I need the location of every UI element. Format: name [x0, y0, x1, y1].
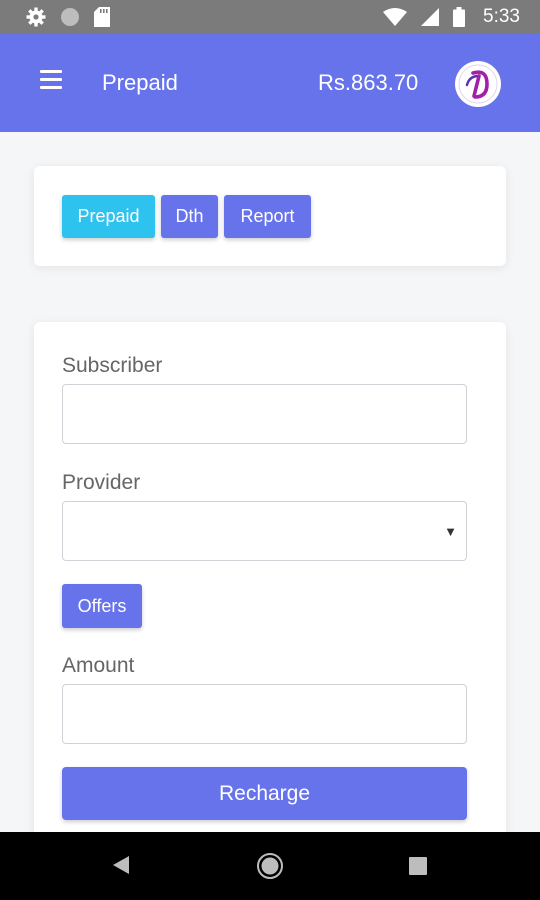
provider-select[interactable]: ▼ [62, 501, 467, 561]
sd-card-icon [94, 7, 110, 27]
dropdown-arrow-icon: ▼ [444, 524, 457, 539]
page-title: Prepaid [102, 70, 178, 95]
circle-icon [60, 7, 80, 27]
subscriber-input[interactable] [62, 384, 467, 444]
amount-label: Amount [62, 654, 135, 677]
signal-icon [421, 8, 440, 26]
menu-icon[interactable] [40, 70, 62, 90]
wifi-icon [383, 8, 408, 26]
tab-prepaid[interactable]: Prepaid [62, 195, 155, 238]
amount-input[interactable] [62, 684, 467, 744]
system-nav-bar [0, 832, 540, 900]
app-logo-icon[interactable] [455, 61, 501, 107]
tabs-card: Prepaid Dth Report [34, 166, 506, 266]
tab-dth[interactable]: Dth [161, 195, 218, 238]
recharge-form-card: Subscriber Provider ▼ Offers Amount Rech… [34, 322, 506, 862]
status-time: 5:33 [483, 6, 520, 27]
home-icon[interactable] [256, 852, 284, 885]
provider-label: Provider [62, 471, 141, 494]
gear-icon [26, 7, 46, 27]
recharge-button[interactable]: Recharge [62, 767, 467, 820]
back-icon[interactable] [112, 855, 130, 880]
status-right: 5:33 [383, 6, 520, 28]
subscriber-label: Subscriber [62, 354, 163, 377]
battery-icon [453, 7, 466, 27]
offers-button[interactable]: Offers [62, 584, 142, 628]
tab-report[interactable]: Report [224, 195, 311, 238]
status-bar: 5:33 [0, 0, 540, 34]
wallet-balance: Rs.863.70 [318, 70, 419, 95]
status-left [26, 7, 110, 27]
app-bar: Prepaid Rs.863.70 [0, 34, 540, 132]
recents-icon[interactable] [409, 857, 427, 880]
